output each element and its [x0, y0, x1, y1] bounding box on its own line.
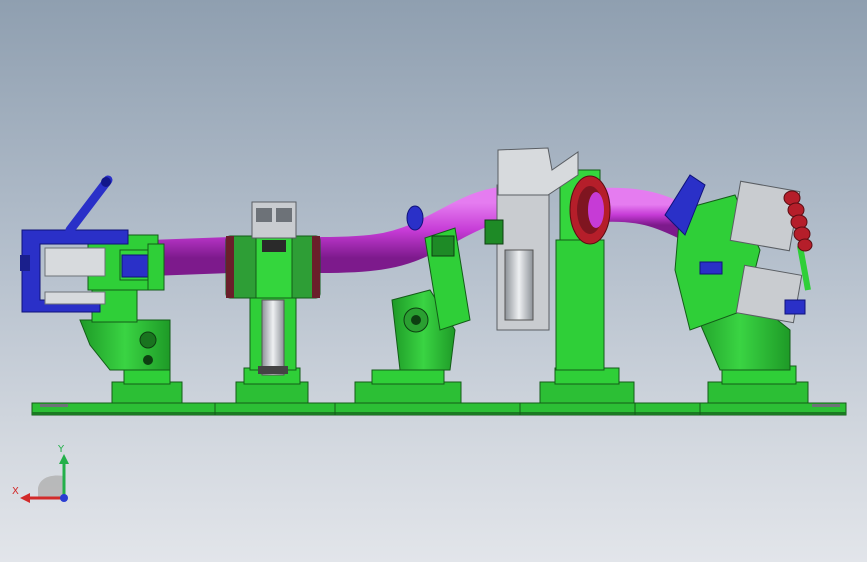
triad-cone-icon [38, 475, 64, 498]
base-plate[interactable] [31, 402, 847, 416]
axis-triad: Y X [12, 444, 69, 503]
z-axis-dot-icon [60, 494, 68, 502]
station-5-right-clamp[interactable] [664, 174, 813, 404]
station-1-clamp-fixture[interactable] [20, 175, 183, 404]
station-2-support-column[interactable] [225, 201, 321, 404]
cad-viewport[interactable] [0, 0, 867, 562]
x-axis-label: X [12, 486, 19, 497]
y-axis-label: Y [57, 444, 65, 455]
station-4-cylinder-fixture[interactable] [484, 147, 635, 404]
